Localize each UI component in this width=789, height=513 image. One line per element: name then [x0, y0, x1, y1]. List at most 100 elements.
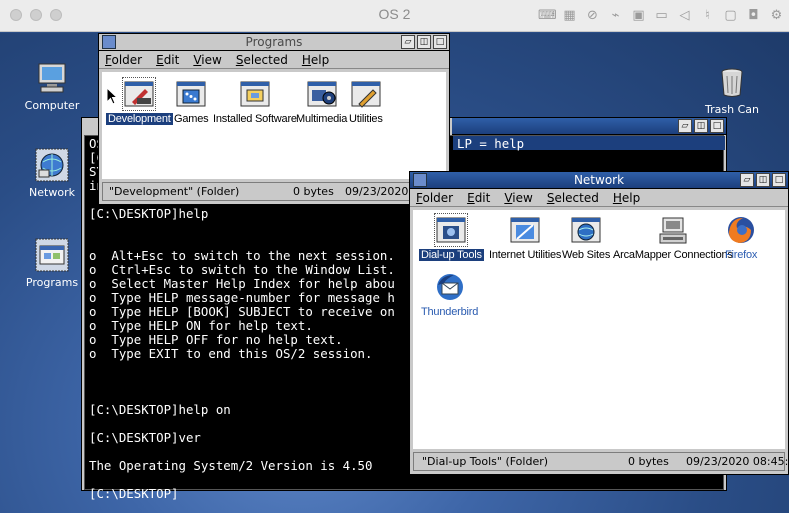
settings-icon[interactable]: ⚙	[768, 7, 785, 24]
menu-bar: Folder Edit View Selected Help	[410, 189, 788, 207]
menu-view[interactable]: View	[504, 189, 532, 206]
folder-item-label: Thunderbird	[421, 306, 479, 318]
folder-item-arcamapper-connections[interactable]: ArcaMapper Connections	[611, 214, 735, 261]
folder-item-thunderbird[interactable]: Thunderbird	[419, 271, 480, 318]
console-line: [C:\DESKTOP]ver	[89, 430, 201, 445]
console-line: o Type HELP OFF for no help text.	[89, 332, 343, 347]
status-object-name: "Dial-up Tools" (Folder)	[422, 455, 549, 468]
folder-item-multimedia[interactable]: Multimedia	[294, 78, 349, 125]
mouse-pointer-icon	[106, 86, 119, 105]
window-buttons: ▱ ◫ □	[401, 35, 447, 49]
folder-item-label: Installed Software	[213, 113, 297, 125]
console-titlebar[interactable]: ▱ ◫ □	[452, 118, 726, 135]
status-size: 0 bytes	[628, 455, 669, 468]
console-line: o Type HELP [BOOK] SUBJECT to receive on	[89, 304, 395, 319]
programs-titlebar[interactable]: Programs ▱ ◫ □	[99, 34, 449, 51]
folder-item-installed-software[interactable]: Installed Software	[211, 78, 299, 125]
unplug-icon[interactable]: ⌁	[607, 7, 624, 24]
folder-contents: Dial-up Tools Internet Utilities Web Sit…	[413, 210, 785, 449]
menu-edit[interactable]: Edit	[467, 189, 490, 206]
dial-up-tools-icon	[434, 213, 469, 247]
restore-icon[interactable]: ◫	[694, 119, 708, 133]
menu-view[interactable]: View	[193, 51, 221, 68]
games-folder-icon	[175, 78, 207, 110]
folder-item-games[interactable]: Games	[172, 78, 210, 125]
storage-icon[interactable]: ▭	[653, 7, 670, 24]
network-off-icon[interactable]: ⊘	[584, 7, 601, 24]
status-date: 09/23/2020 08:45:26	[686, 455, 789, 468]
desktop-icon-computer[interactable]: Computer	[14, 61, 90, 112]
folder-item-label: Web Sites	[562, 249, 611, 261]
maximize-icon[interactable]: □	[433, 35, 447, 49]
folder-item-label: Development	[106, 113, 173, 125]
folder-item-utilities[interactable]: Utilities	[347, 78, 385, 125]
console-line: o Select Master Help Index for help abou	[89, 276, 395, 291]
volume-icon[interactable]: ◁	[676, 7, 693, 24]
console-line: [C:\DESKTOP]	[89, 486, 179, 501]
console-line: o Alt+Esc to switch to the next session.	[89, 248, 395, 263]
desktop-icon-trash-can[interactable]: Trash Can	[694, 65, 770, 116]
web-sites-icon	[570, 214, 602, 246]
folder-item-label: Utilities	[349, 113, 383, 125]
microphone-icon[interactable]: ♮	[699, 7, 716, 24]
maximize-icon[interactable]: □	[772, 173, 786, 187]
menu-selected[interactable]: Selected	[547, 189, 599, 206]
desktop-icon-label: Programs	[25, 276, 79, 289]
desktop-icon-label: Trash Can	[705, 103, 759, 116]
folder-item-dial-up-tools[interactable]: Dial-up Tools	[419, 213, 484, 261]
desktop-icon-network[interactable]: Network	[14, 148, 90, 199]
window-title: Programs	[245, 35, 303, 49]
floppy-icon[interactable]: ▣	[630, 7, 647, 24]
multimedia-folder-icon	[306, 78, 338, 110]
desktop-icon-programs[interactable]: Programs	[14, 238, 90, 289]
console-line: [C:\DESKTOP]help on	[89, 402, 231, 417]
thunderbird-icon	[434, 271, 466, 303]
menu-folder[interactable]: Folder	[105, 51, 142, 68]
hide-icon[interactable]: ▱	[678, 119, 692, 133]
os2-desktop: Computer Network Programs Trash Can ▱ ◫ …	[0, 33, 789, 513]
window-title: Network	[573, 173, 625, 187]
desktop-icon-label: Computer	[24, 99, 80, 112]
folder-item-label: Internet Utilities	[489, 249, 562, 261]
network-titlebar[interactable]: Network ▱ ◫ □	[410, 172, 788, 189]
cpu-icon[interactable]: ▦	[561, 7, 578, 24]
hide-icon[interactable]: ▱	[740, 173, 754, 187]
folder-item-label: Dial-up Tools	[419, 249, 484, 261]
programs-folder-window[interactable]: Programs ▱ ◫ □ Folder Edit View Selected…	[98, 33, 450, 205]
internet-utilities-icon	[509, 214, 541, 246]
window-buttons: ▱ ◫ □	[740, 173, 786, 187]
firefox-icon	[725, 214, 757, 246]
menu-selected[interactable]: Selected	[236, 51, 288, 68]
console-line: o Type HELP ON for help text.	[89, 318, 313, 333]
development-folder-icon	[122, 77, 157, 111]
console-line: [C:\DESKTOP]help	[89, 206, 209, 221]
installed-software-folder-icon	[239, 78, 271, 110]
folder-item-web-sites[interactable]: Web Sites	[560, 214, 612, 261]
menu-edit[interactable]: Edit	[156, 51, 179, 68]
camera-icon[interactable]: ◘	[745, 7, 762, 24]
computer-icon	[35, 61, 69, 95]
menu-help[interactable]: Help	[302, 51, 329, 68]
desktop-icon-label: Network	[29, 186, 75, 199]
folder-item-internet-utilities[interactable]: Internet Utilities	[487, 214, 563, 261]
console-title-fragment: LP = help	[457, 136, 525, 151]
status-size: 0 bytes	[293, 185, 334, 198]
host-toolbar: ⌨ ▦ ⊘ ⌁ ▣ ▭ ◁ ♮ ▢ ◘ ⚙	[538, 7, 785, 24]
folder-contents: Development Games Installed Software Mul…	[102, 72, 446, 179]
status-bar: "Development" (Folder) 0 bytes 09/23/202…	[102, 182, 446, 201]
restore-icon[interactable]: ◫	[756, 173, 770, 187]
maximize-icon[interactable]: □	[710, 119, 724, 133]
menu-folder[interactable]: Folder	[416, 189, 453, 206]
keyboard-icon[interactable]: ⌨	[538, 7, 557, 24]
status-bar: "Dial-up Tools" (Folder) 0 bytes 09/23/2…	[413, 452, 789, 471]
hide-icon[interactable]: ▱	[401, 35, 415, 49]
host-window-titlebar: OS 2 ⌨ ▦ ⊘ ⌁ ▣ ▭ ◁ ♮ ▢ ◘ ⚙	[0, 0, 789, 32]
folder-item-firefox[interactable]: Firefox	[723, 214, 759, 261]
console-line: o Ctrl+Esc to switch to the Window List.	[89, 262, 395, 277]
restore-icon[interactable]: ◫	[417, 35, 431, 49]
status-object-name: "Development" (Folder)	[109, 185, 240, 198]
console-line: The Operating System/2 Version is 4.50	[89, 458, 373, 473]
network-folder-window[interactable]: Network ▱ ◫ □ Folder Edit View Selected …	[409, 171, 789, 475]
menu-help[interactable]: Help	[613, 189, 640, 206]
display-icon[interactable]: ▢	[722, 7, 739, 24]
